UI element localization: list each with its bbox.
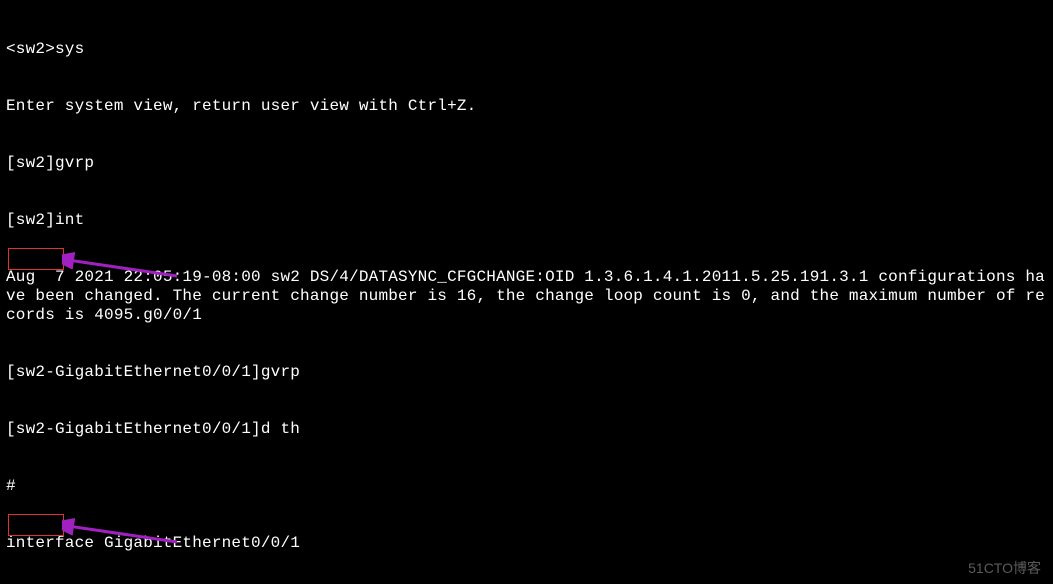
terminal-line: <sw2>sys xyxy=(6,40,1047,59)
terminal-line: interface GigabitEthernet0/0/1 xyxy=(6,534,1047,553)
terminal-line: [sw2]int xyxy=(6,211,1047,230)
terminal-line: # xyxy=(6,477,1047,496)
terminal-line: [sw2]gvrp xyxy=(6,154,1047,173)
terminal-line: [sw2-GigabitEthernet0/0/1]gvrp xyxy=(6,363,1047,382)
terminal-output[interactable]: <sw2>sys Enter system view, return user … xyxy=(0,0,1053,584)
terminal-line: [sw2-GigabitEthernet0/0/1]d th xyxy=(6,420,1047,439)
terminal-line: Aug 7 2021 22:05:19-08:00 sw2 DS/4/DATAS… xyxy=(6,268,1047,325)
terminal-line: Enter system view, return user view with… xyxy=(6,97,1047,116)
